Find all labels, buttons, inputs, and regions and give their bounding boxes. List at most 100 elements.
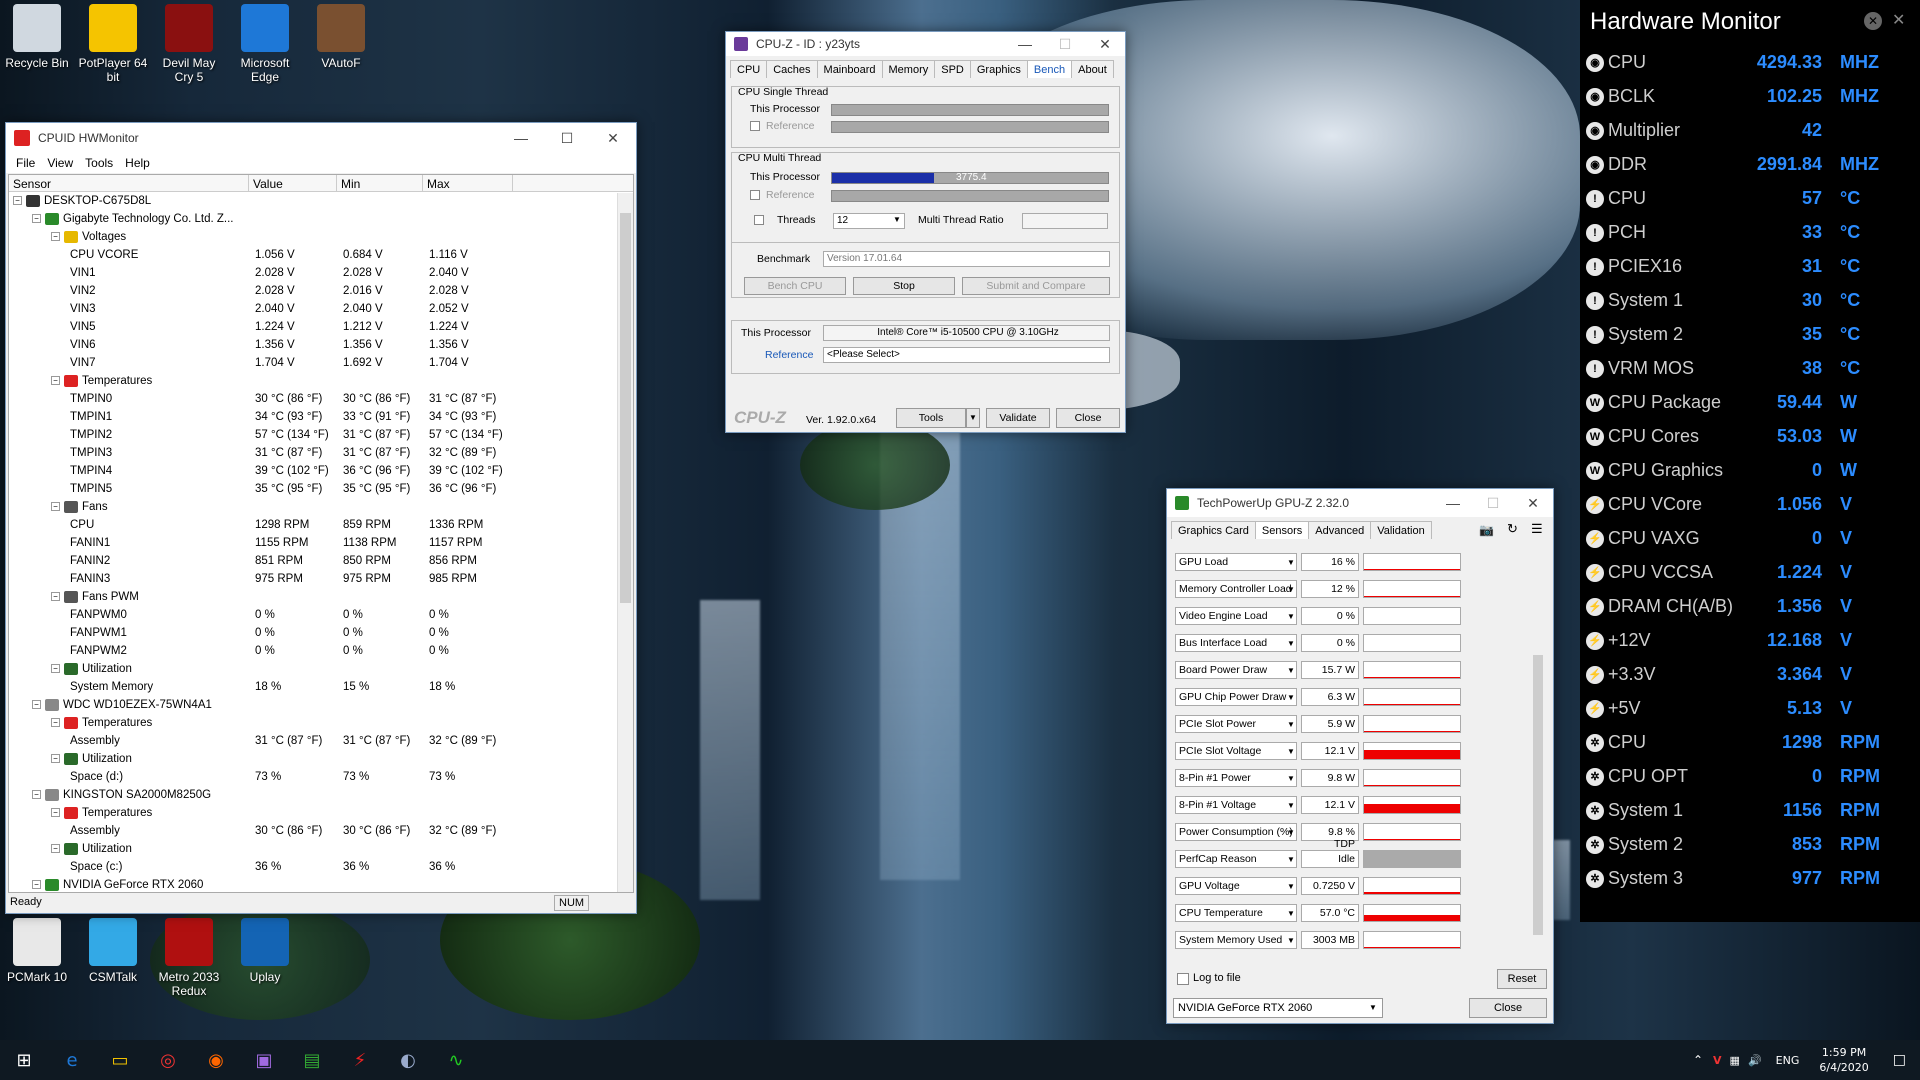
sensor-row[interactable]: Space (d:) 73 % 73 % 73 %: [9, 768, 633, 786]
gpuz-window[interactable]: TechPowerUp GPU-Z 2.32.0 — ☐ ✕ Graphics …: [1166, 488, 1554, 1024]
sensor-row[interactable]: FANPWM2 0 % 0 % 0 %: [9, 642, 633, 660]
menu-help[interactable]: Help: [119, 153, 156, 173]
sensor-row[interactable]: VIN5 1.224 V 1.212 V 1.224 V: [9, 318, 633, 336]
file-explorer-icon[interactable]: ▭: [96, 1040, 144, 1080]
sensor-row[interactable]: − Utilization: [9, 660, 633, 678]
tab-spd[interactable]: SPD: [934, 60, 971, 78]
sensor-row[interactable]: FANPWM0 0 % 0 % 0 %: [9, 606, 633, 624]
tools-dropdown-icon[interactable]: ▼: [966, 408, 980, 428]
sensor-name-select[interactable]: PerfCap Reason: [1175, 850, 1297, 868]
gear-icon[interactable]: ✕: [1864, 12, 1882, 30]
desktop-icon[interactable]: CSMTalk: [78, 918, 148, 984]
sensor-row[interactable]: − Utilization: [9, 840, 633, 858]
sensor-row[interactable]: TMPIN0 30 °C (86 °F) 30 °C (86 °F) 31 °C (8…: [9, 390, 633, 408]
sensor-name-select[interactable]: Board Power Draw: [1175, 661, 1297, 679]
sensor-name-select[interactable]: Memory Controller Load: [1175, 580, 1297, 598]
sensor-row[interactable]: CPU VCORE 1.056 V 0.684 V 1.116 V: [9, 246, 633, 264]
log-to-file-checkbox[interactable]: [1177, 973, 1189, 985]
hwmonitor-titlebar[interactable]: CPUID HWMonitor — ☐ ✕: [6, 123, 636, 153]
tray-app-icon[interactable]: V: [1709, 1054, 1726, 1067]
collapse-toggle-icon[interactable]: −: [32, 790, 41, 800]
close-button[interactable]: ✕: [590, 123, 636, 153]
maximize-button[interactable]: ☐: [544, 123, 590, 153]
gpuz-taskbar-icon[interactable]: ▤: [288, 1040, 336, 1080]
edge-taskbar-icon[interactable]: e: [48, 1040, 96, 1080]
sensor-row[interactable]: FANIN1 1155 RPM 1138 RPM 1157 RPM: [9, 534, 633, 552]
sensor-name-select[interactable]: 8-Pin #1 Voltage: [1175, 796, 1297, 814]
threads-checkbox[interactable]: [754, 215, 764, 225]
sensor-name-select[interactable]: PCIe Slot Voltage: [1175, 742, 1297, 760]
refresh-icon[interactable]: ↻: [1507, 521, 1518, 537]
multi-reference-checkbox[interactable]: [750, 190, 760, 200]
cpuz-titlebar[interactable]: CPU-Z - ID : y23yts — ☐ ✕: [726, 32, 1125, 56]
sensor-row[interactable]: FANIN3 975 RPM 975 RPM 985 RPM: [9, 570, 633, 588]
hwmonitor-taskbar-icon[interactable]: ⚡: [336, 1040, 384, 1080]
collapse-toggle-icon[interactable]: −: [51, 844, 60, 854]
submit-and-compare-button[interactable]: Submit and Compare: [962, 277, 1110, 295]
sensor-row[interactable]: − Voltages: [9, 228, 633, 246]
tab-bench[interactable]: Bench: [1026, 60, 1073, 78]
collapse-toggle-icon[interactable]: −: [51, 502, 60, 512]
collapse-toggle-icon[interactable]: −: [51, 808, 60, 818]
desktop-icon[interactable]: PotPlayer 64 bit: [78, 4, 148, 84]
benchmark-version-select[interactable]: Version 17.01.64: [823, 251, 1110, 267]
sensor-row[interactable]: − NVIDIA GeForce RTX 2060: [9, 876, 633, 892]
stop-button[interactable]: Stop: [853, 277, 955, 295]
bench-cpu-button[interactable]: Bench CPU: [744, 277, 846, 295]
close-button-bottom[interactable]: Close: [1056, 408, 1120, 428]
cpuz-window[interactable]: CPU-Z - ID : y23yts — ☐ ✕ CPU Caches Mainb…: [725, 31, 1126, 433]
sensor-name-select[interactable]: Power Consumption (%): [1175, 823, 1297, 841]
hwmonitor-window[interactable]: CPUID HWMonitor — ☐ ✕ File View Tools He…: [5, 122, 637, 914]
desktop-icon[interactable]: PCMark 10: [2, 918, 72, 984]
sensor-row[interactable]: VIN3 2.040 V 2.040 V 2.052 V: [9, 300, 633, 318]
tab-memory[interactable]: Memory: [881, 60, 936, 78]
collapse-toggle-icon[interactable]: −: [32, 880, 41, 890]
column-sensor[interactable]: Sensor: [9, 175, 249, 191]
sensor-row[interactable]: − Gigabyte Technology Co. Ltd. Z...: [9, 210, 633, 228]
sensor-row[interactable]: FANIN2 851 RPM 850 RPM 856 RPM: [9, 552, 633, 570]
validate-button[interactable]: Validate: [986, 408, 1050, 428]
tab-graphics-card[interactable]: Graphics Card: [1171, 521, 1256, 539]
panel-close-icon[interactable]: ✕: [1892, 10, 1905, 30]
collapse-toggle-icon[interactable]: −: [51, 754, 60, 764]
tools-button[interactable]: Tools: [896, 408, 966, 428]
tab-sensors[interactable]: Sensors: [1254, 521, 1310, 539]
sensor-row[interactable]: VIN2 2.028 V 2.016 V 2.028 V: [9, 282, 633, 300]
sensor-row[interactable]: VIN6 1.356 V 1.356 V 1.356 V: [9, 336, 633, 354]
collapse-toggle-icon[interactable]: −: [51, 232, 60, 242]
minimize-button[interactable]: —: [1433, 489, 1473, 517]
gpuz-titlebar[interactable]: TechPowerUp GPU-Z 2.32.0 — ☐ ✕: [1167, 489, 1553, 517]
vertical-scrollbar[interactable]: [617, 193, 633, 892]
collapse-toggle-icon[interactable]: −: [51, 376, 60, 386]
sensor-row[interactable]: TMPIN2 57 °C (134 °F) 31 °C (87 °F) 57 °C (…: [9, 426, 633, 444]
sensor-row[interactable]: FANPWM1 0 % 0 % 0 %: [9, 624, 633, 642]
desktop-icon[interactable]: Metro 2033 Redux: [154, 918, 224, 998]
sensor-name-select[interactable]: GPU Voltage: [1175, 877, 1297, 895]
sensor-scrollbar[interactable]: [1531, 545, 1545, 955]
sensor-tree[interactable]: Sensor Value Min Max − DESKTOP-C675D8L − Gi…: [8, 174, 634, 893]
collapse-toggle-icon[interactable]: −: [32, 700, 41, 710]
column-value[interactable]: Value: [249, 175, 337, 191]
close-button-bottom[interactable]: Close: [1469, 998, 1547, 1018]
column-min[interactable]: Min: [337, 175, 423, 191]
minimize-button[interactable]: —: [498, 123, 544, 153]
camera-icon[interactable]: 📷: [1479, 523, 1494, 537]
sensor-row[interactable]: TMPIN3 31 °C (87 °F) 31 °C (87 °F) 32 °C (8…: [9, 444, 633, 462]
tab-cpu[interactable]: CPU: [730, 60, 768, 78]
sensor-row[interactable]: System Memory 18 % 15 % 18 %: [9, 678, 633, 696]
sensor-row[interactable]: Assembly 30 °C (86 °F) 30 °C (86 °F) 32 °C …: [9, 822, 633, 840]
sensor-name-select[interactable]: 8-Pin #1 Power: [1175, 769, 1297, 787]
menu-view[interactable]: View: [41, 153, 79, 173]
collapse-toggle-icon[interactable]: −: [51, 718, 60, 728]
sensor-row[interactable]: TMPIN4 39 °C (102 °F) 36 °C (96 °F) 39 °C (…: [9, 462, 633, 480]
sensor-name-select[interactable]: GPU Chip Power Draw: [1175, 688, 1297, 706]
collapse-toggle-icon[interactable]: −: [51, 592, 60, 602]
close-button[interactable]: ✕: [1513, 489, 1553, 517]
sensor-row[interactable]: − Utilization: [9, 750, 633, 768]
sensor-row[interactable]: − DESKTOP-C675D8L: [9, 192, 633, 210]
network-icon[interactable]: ▦: [1726, 1054, 1744, 1067]
volume-icon[interactable]: 🔊: [1744, 1054, 1766, 1067]
sensor-name-select[interactable]: System Memory Used: [1175, 931, 1297, 949]
reference-link[interactable]: Reference: [765, 349, 813, 361]
tab-about[interactable]: About: [1071, 60, 1114, 78]
